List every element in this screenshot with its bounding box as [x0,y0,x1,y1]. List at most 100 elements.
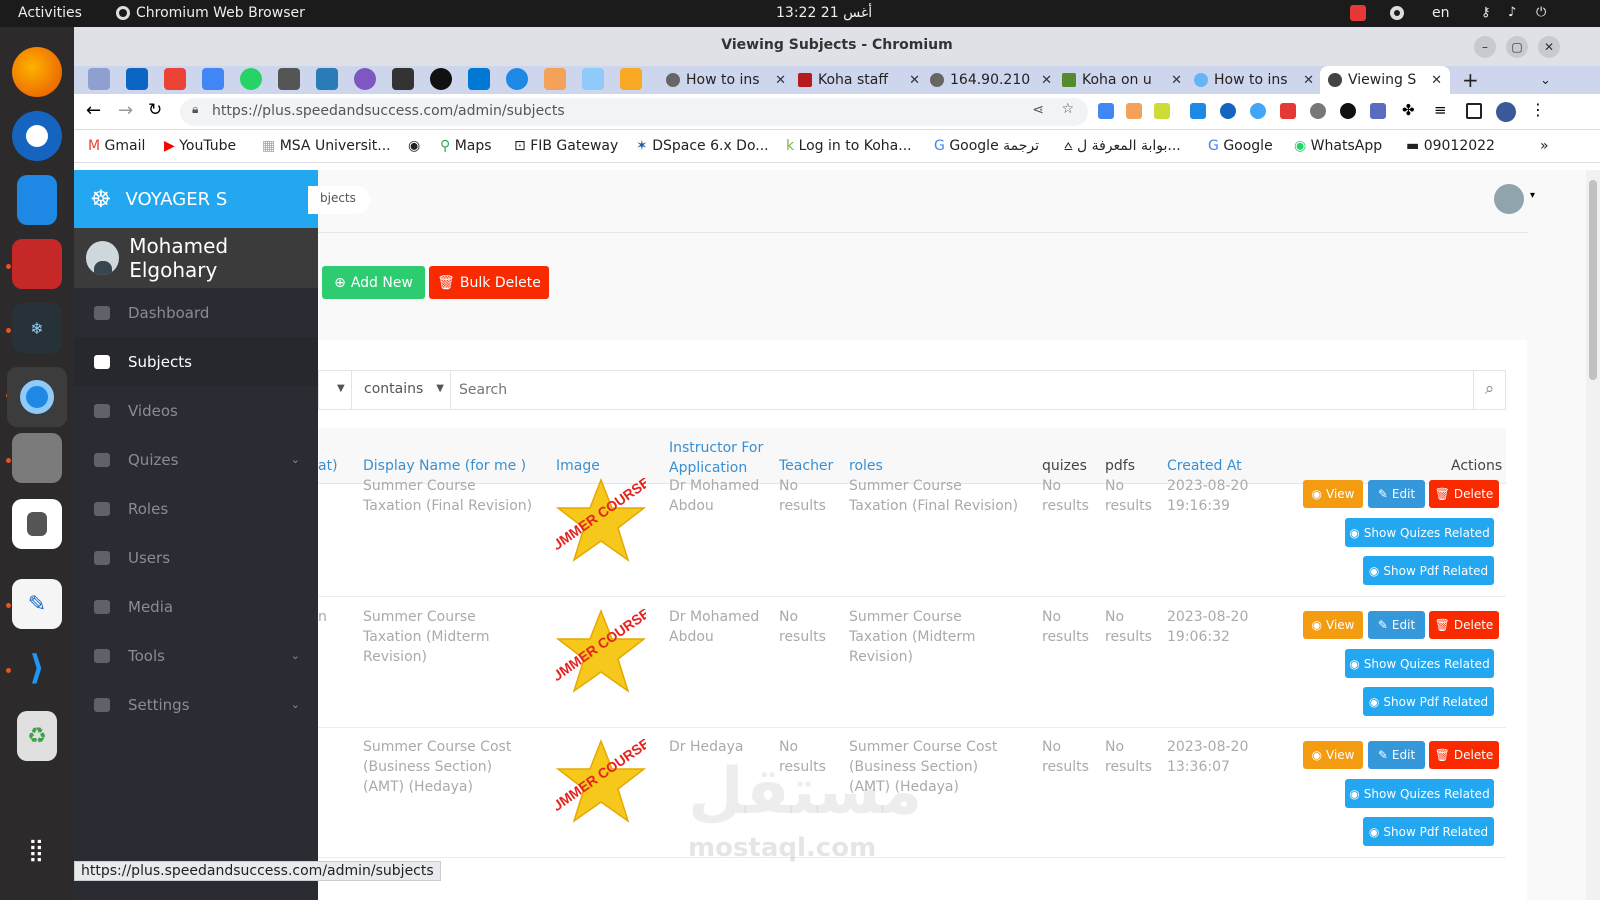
pinned-tab-8[interactable] [354,68,376,90]
thunderbird-icon[interactable] [12,111,62,161]
tab[interactable]: 164.90.210 ✕ [930,66,1052,94]
bookmark-gmail[interactable]: M Gmail [88,138,145,154]
pinned-tab-outlook[interactable] [468,68,490,90]
translate-extension-icon[interactable] [1098,103,1114,119]
search-input[interactable] [459,377,1469,403]
extension-icon[interactable] [1190,103,1206,119]
extension-icon[interactable] [1154,103,1170,119]
tab[interactable]: How to ins ✕ [666,66,786,94]
view-button[interactable]: ◉ View [1303,480,1363,508]
active-app-name[interactable]: Chromium Web Browser [136,5,305,21]
volume-icon[interactable]: ♪ [1508,5,1516,20]
tab[interactable]: Koha staff ✕ [798,66,920,94]
sidebar-item-dashboard[interactable]: Dashboard [74,288,318,337]
more-bookmarks-icon[interactable]: » [1540,138,1549,154]
summer-course-image[interactable]: SUMMER COURSE [540,474,653,568]
view-button[interactable]: ◉ View [1303,741,1363,769]
bookmark-google[interactable]: G Google [1208,138,1273,154]
chromium-dock-icon[interactable] [7,367,67,427]
rss-extension-icon[interactable] [1126,103,1142,119]
address-bar[interactable]: 🔒︎ https://plus.speedandsuccess.com/admi… [180,98,1088,126]
show-pdf-button[interactable]: ◉ Show Pdf Related [1363,556,1494,585]
sidebar-item-media[interactable]: Media [74,582,318,631]
column-select-caret-icon[interactable]: ▼ [337,383,345,394]
scrollbar-thumb[interactable] [1589,180,1597,380]
page-scrollbar[interactable] [1586,170,1600,900]
close-window-button[interactable]: ✕ [1538,36,1560,58]
tab-search-chevron-icon[interactable]: ⌄ [1540,66,1551,94]
show-pdf-button[interactable]: ◉ Show Pdf Related [1363,687,1494,716]
clock[interactable]: 13:22 21 أغس [776,5,872,21]
close-tab-icon[interactable]: ✕ [1431,73,1442,88]
bookmark-youtube[interactable]: ▶ YouTube [164,138,236,154]
pinned-tab-onedrive[interactable] [126,68,148,90]
view-button[interactable]: ◉ View [1303,611,1363,639]
files-icon[interactable] [12,433,62,483]
status-circle-icon[interactable] [1390,6,1404,20]
pinned-tab-translate[interactable] [202,68,224,90]
close-tab-icon[interactable]: ✕ [1303,73,1314,88]
network-icon[interactable]: ⚷ [1481,5,1491,20]
edit-button[interactable]: ✎ Edit [1368,611,1425,639]
active-tab[interactable]: Viewing S ✕ [1320,66,1450,94]
share-icon[interactable]: ⋖ [1032,102,1044,118]
caret-down-icon[interactable]: ▾ [1530,190,1535,201]
pinned-tab-13[interactable] [544,68,566,90]
firefox-icon[interactable] [12,47,62,97]
bookmark-folder[interactable]: ▬ 09012022 [1406,138,1495,154]
bookmark-whatsapp[interactable]: ◉ WhatsApp [1294,138,1382,154]
delete-button[interactable]: 🗑︎ Delete [1429,611,1499,639]
bookmark-koha[interactable]: k Log in to Koha... [786,138,912,154]
brand[interactable]: ☸ VOYAGER S [74,170,318,228]
show-apps-icon[interactable]: ⣿ [12,825,62,875]
edit-button[interactable]: ✎ Edit [1368,741,1425,769]
summer-course-image[interactable]: SUMMER COURSE [540,605,653,699]
show-quizes-button[interactable]: ◉ Show Quizes Related [1345,518,1494,547]
minimize-button[interactable]: – [1474,36,1496,58]
sidebar-item-subjects[interactable]: Subjects [74,337,318,386]
pinned-tab-15[interactable] [620,68,642,90]
sidebar-item-quizes[interactable]: Quizes ⌄ [74,435,318,484]
extension-icon[interactable] [1370,103,1386,119]
sidebar-item-users[interactable]: Users [74,533,318,582]
sidebar-item-settings[interactable]: Settings ⌄ [74,680,318,729]
close-tab-icon[interactable]: ✕ [909,73,920,88]
gimp-icon[interactable] [12,499,62,549]
extension-icon[interactable] [1310,103,1326,119]
sidebar-item-videos[interactable]: Videos [74,386,318,435]
power-icon[interactable]: ⏻ [1536,5,1546,20]
user-panel[interactable]: Mohamed Elgohary [74,228,318,288]
pinned-tab-whatsapp[interactable] [240,68,262,90]
extension-icon[interactable] [1250,103,1266,119]
extension-icon[interactable] [1280,103,1296,119]
presenter-icon[interactable] [12,239,62,289]
bookmark-ekb[interactable]: ⩟ بوابة المعرفة ل... [1064,138,1181,154]
menu-kebab-icon[interactable]: ⋮ [1530,100,1546,119]
profile-avatar-icon[interactable] [1496,102,1516,122]
pinned-tab-1[interactable] [88,68,110,90]
summer-course-image[interactable]: SUMMER COURSE [540,735,653,829]
sidebar-item-roles[interactable]: Roles [74,484,318,533]
reload-icon[interactable]: ↻ [148,100,162,120]
close-tab-icon[interactable]: ✕ [1041,73,1052,88]
side-panel-icon[interactable] [1466,103,1482,119]
breadcrumb[interactable]: bjects [308,186,370,214]
extension-icon[interactable] [1220,103,1236,119]
bookmark-dspace[interactable]: ✶ DSpace 6.x Do... [636,138,769,154]
bookmark-star-icon[interactable]: ☆ [1061,101,1074,117]
bulk-delete-button[interactable]: 🗑︎ Bulk Delete [429,266,549,299]
pinned-tab-gmail[interactable] [164,68,186,90]
trash-icon[interactable]: ♻ [17,711,57,761]
user-avatar-icon[interactable] [1494,184,1524,214]
show-pdf-button[interactable]: ◉ Show Pdf Related [1363,817,1494,846]
pinned-tab-9[interactable] [392,68,414,90]
close-tab-icon[interactable]: ✕ [1171,73,1182,88]
language-indicator[interactable]: en [1432,5,1450,21]
extension-icon[interactable] [1340,103,1356,119]
bookmark-maps[interactable]: ⚲ Maps [440,138,492,154]
tab[interactable]: Koha on u ✕ [1062,66,1182,94]
tab[interactable]: How to ins ✕ [1194,66,1314,94]
pinned-tab-7[interactable] [316,68,338,90]
close-tab-icon[interactable]: ✕ [775,73,786,88]
writer-icon[interactable] [17,175,57,225]
